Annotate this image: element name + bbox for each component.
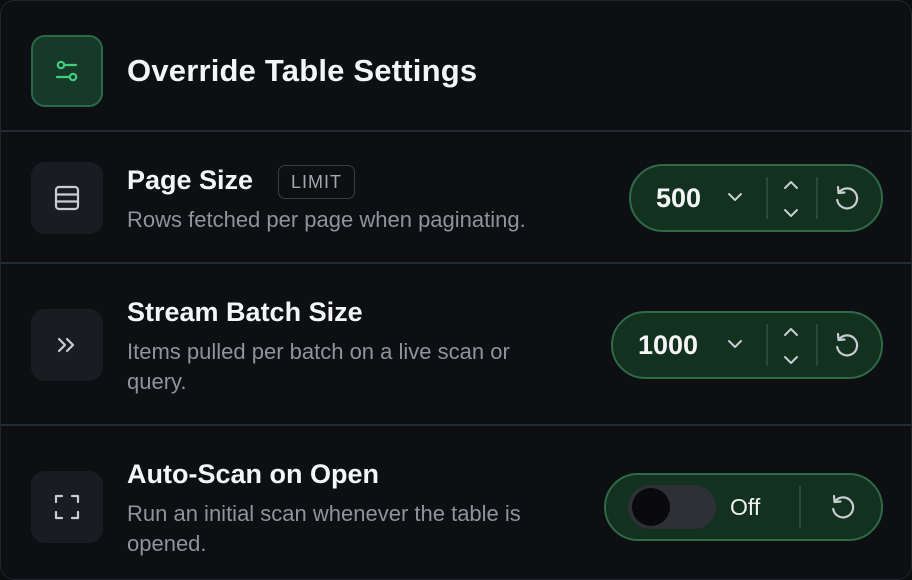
- divider: [816, 177, 818, 219]
- chevron-down-icon[interactable]: [726, 190, 744, 204]
- settings-panel: Override Table Settings Page Size LIMIT …: [0, 0, 912, 580]
- stepper-arrows-icon[interactable]: [779, 176, 803, 222]
- scan-frame-icon: [31, 471, 103, 543]
- setting-label: Auto-Scan on Open: [127, 459, 379, 489]
- page-size-value[interactable]: 500: [656, 166, 701, 230]
- chevron-down-icon[interactable]: [726, 337, 744, 351]
- reset-icon[interactable]: [832, 330, 862, 360]
- reset-icon[interactable]: [832, 183, 862, 213]
- toggle-knob: [632, 488, 670, 526]
- setting-description: Run an initial scan whenever the table i…: [127, 501, 521, 556]
- divider: [766, 177, 768, 219]
- stream-batch-size-value[interactable]: 1000: [638, 313, 698, 377]
- auto-scan-control: Off: [604, 473, 883, 541]
- stepper-arrows-icon[interactable]: [779, 323, 803, 369]
- stream-batch-size-control: 1000: [611, 311, 883, 379]
- page-title: Override Table Settings: [127, 53, 478, 88]
- setting-row-page-size: Page Size LIMIT Rows fetched per page wh…: [1, 133, 911, 264]
- limit-badge: LIMIT: [278, 165, 356, 199]
- divider: [816, 324, 818, 366]
- table-rows-icon: [31, 162, 103, 234]
- setting-row-stream-batch-size: Stream Batch Size Items pulled per batch…: [1, 265, 911, 426]
- setting-label: Stream Batch Size: [127, 297, 363, 327]
- divider: [799, 486, 801, 528]
- setting-row-auto-scan: Auto-Scan on Open Run an initial scan wh…: [1, 427, 911, 579]
- auto-scan-toggle[interactable]: [628, 485, 716, 529]
- setting-description: Items pulled per batch on a live scan or…: [127, 339, 510, 394]
- setting-description: Rows fetched per page when paginating.: [127, 207, 526, 232]
- toggle-state-label: Off: [730, 493, 761, 520]
- panel-header: Override Table Settings: [1, 1, 911, 132]
- sliders-icon: [31, 35, 103, 107]
- reset-icon[interactable]: [828, 492, 858, 522]
- page-size-control: 500: [629, 164, 883, 232]
- setting-label: Page Size: [127, 165, 254, 195]
- divider: [766, 324, 768, 366]
- double-chevron-right-icon: [31, 309, 103, 381]
